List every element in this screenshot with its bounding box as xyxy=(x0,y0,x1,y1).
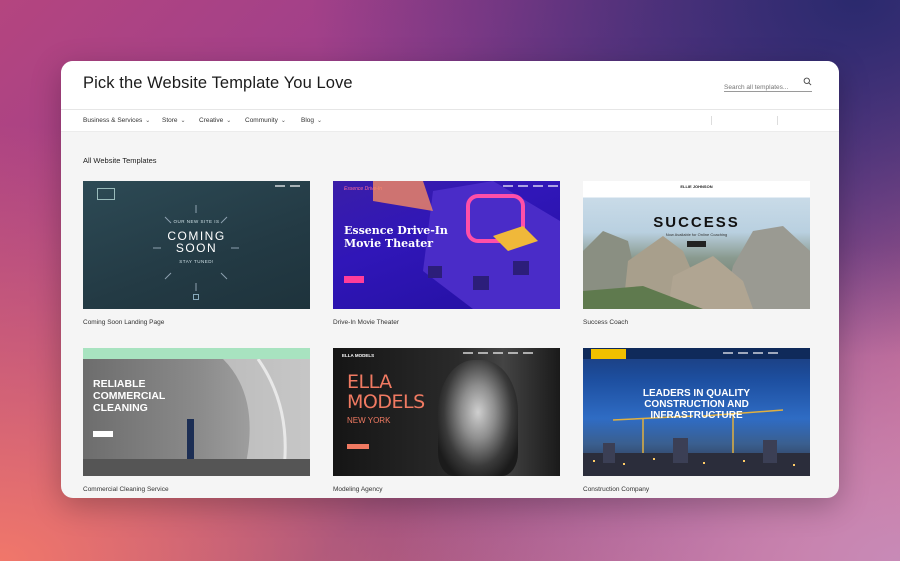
template-thumbnail[interactable]: ELLIE JOHNSON SUCCESS Now Available for … xyxy=(583,181,810,309)
thumbnail-title-line: LEADERS IN QUALITY xyxy=(642,388,751,399)
thumbnail-title-line: Essence Drive-In xyxy=(344,224,448,237)
thumbnail-cta xyxy=(344,276,364,283)
thumbnail-title: SUCCESS xyxy=(653,214,740,231)
search-box[interactable] xyxy=(724,76,812,92)
template-card-commercial-cleaning[interactable]: RELIABLE COMMERCIAL CLEANING Commercial … xyxy=(83,348,310,493)
thumbnail-title-line: INFRASTRUCTURE xyxy=(650,410,743,421)
template-name: Commercial Cleaning Service xyxy=(83,486,169,493)
template-name: Construction Company xyxy=(583,486,650,493)
thumbnail-title-line: RELIABLE xyxy=(93,378,146,390)
chevron-down-icon: ⌄ xyxy=(145,118,151,124)
thumbnail-header-bar xyxy=(83,348,310,359)
template-name: Drive-In Movie Theater xyxy=(333,319,399,326)
thumbnail-subtitle: NEW YORK xyxy=(347,416,391,425)
nav-divider xyxy=(711,116,712,125)
thumbnail-title-line: ELLA xyxy=(347,371,392,393)
page-title: Pick the Website Template You Love xyxy=(83,74,353,92)
template-name: Success Coach xyxy=(583,319,629,326)
building-illustration xyxy=(83,359,310,476)
template-thumbnail[interactable]: ELLA MODELS ELLA MODELS NEW YORK xyxy=(333,348,560,476)
logo-placeholder xyxy=(97,188,115,200)
thumbnail-title-line: CONSTRUCTION AND xyxy=(644,399,749,410)
thumbnail-title-line: COMMERCIAL xyxy=(93,390,166,402)
thumbnail-cta xyxy=(687,241,706,247)
thumbnail-nav xyxy=(463,352,533,355)
chevron-down-icon: ⌄ xyxy=(180,118,186,124)
thumbnail-cta xyxy=(347,444,369,449)
chevron-down-icon: ⌄ xyxy=(280,118,286,124)
thumbnail-subtitle: Now Available for Online Coaching xyxy=(665,232,728,237)
sunburst-icon xyxy=(153,205,239,291)
nav-divider xyxy=(777,116,778,125)
chevron-down-icon: ⌄ xyxy=(317,118,323,124)
search-input[interactable] xyxy=(724,84,798,91)
category-nav: Business & Services ⌄ Store ⌄ Creative ⌄ Co… xyxy=(61,110,839,132)
section-title: All Website Templates xyxy=(83,156,157,165)
template-thumbnail[interactable]: Essence Drive-In Essence Drive-In Movie … xyxy=(333,181,560,309)
template-card-coming-soon[interactable]: OUR NEW SITE IS COMING SOON STAY TUNED! … xyxy=(83,181,310,326)
template-name: Modeling Agency xyxy=(333,486,383,493)
nav-item-creative[interactable]: Creative ⌄ xyxy=(199,117,231,124)
thumbnail-cta xyxy=(93,431,113,437)
thumbnail-brand: ELLIE JOHNSON xyxy=(680,184,713,189)
template-name: Coming Soon Landing Page xyxy=(83,319,165,326)
template-card-modeling-agency[interactable]: ELLA MODELS ELLA MODELS NEW YORK Modelin… xyxy=(333,348,560,493)
template-thumbnail[interactable]: OUR NEW SITE IS COMING SOON STAY TUNED! xyxy=(83,181,310,309)
chevron-down-icon: ⌄ xyxy=(226,118,232,124)
thumbnail-title-line: MODELS xyxy=(347,391,425,413)
thumbnail-title-line: Movie Theater xyxy=(344,237,434,250)
nav-item-community[interactable]: Community ⌄ xyxy=(245,117,286,124)
template-card-success-coach[interactable]: ELLIE JOHNSON SUCCESS Now Available for … xyxy=(583,181,810,326)
header: Pick the Website Template You Love xyxy=(61,61,839,110)
template-card-construction[interactable]: LEADERS IN QUALITY CONSTRUCTION AND INFR… xyxy=(583,348,810,493)
instagram-icon xyxy=(193,294,199,300)
template-browser-window: Pick the Website Template You Love Busin… xyxy=(61,61,839,498)
thumbnail-nav xyxy=(275,185,300,188)
logo-placeholder xyxy=(591,349,626,359)
template-card-drive-in[interactable]: Essence Drive-In Essence Drive-In Movie … xyxy=(333,181,560,326)
template-thumbnail[interactable]: LEADERS IN QUALITY CONSTRUCTION AND INFR… xyxy=(583,348,810,476)
thumbnail-brand: ELLA MODELS xyxy=(342,353,375,358)
nav-item-store[interactable]: Store ⌄ xyxy=(162,117,186,124)
thumbnail-title-line: CLEANING xyxy=(93,402,148,414)
nav-item-business-services[interactable]: Business & Services ⌄ xyxy=(83,117,150,124)
template-thumbnail[interactable]: RELIABLE COMMERCIAL CLEANING xyxy=(83,348,310,476)
thumbnail-nav xyxy=(723,352,778,355)
nav-item-blog[interactable]: Blog ⌄ xyxy=(301,117,322,124)
search-icon[interactable] xyxy=(803,77,812,86)
portrait-image xyxy=(438,360,518,476)
